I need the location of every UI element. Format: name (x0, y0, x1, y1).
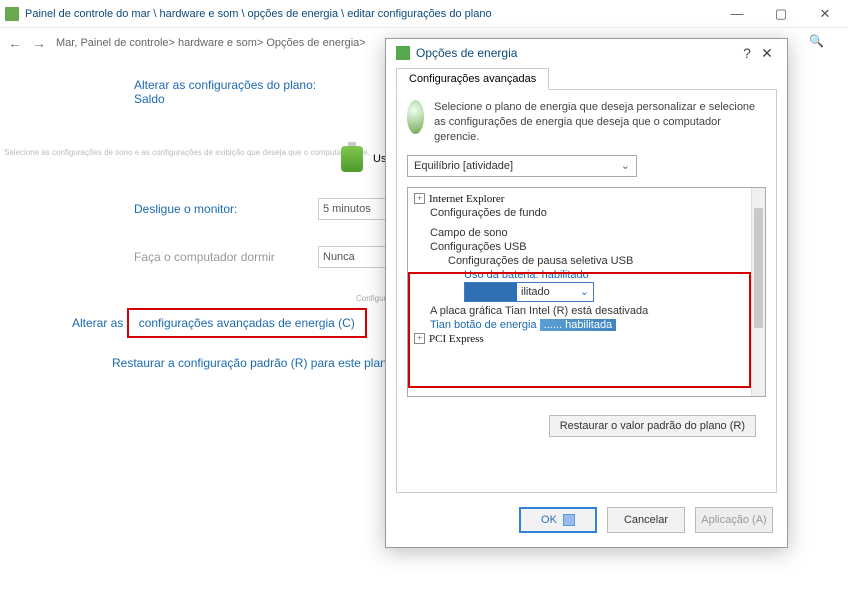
sleep-label: Faça o computador dormir (134, 250, 304, 264)
dropdown-selection-bg (465, 283, 517, 301)
plan-dropdown-value: Equilíbrio [atividade] (414, 160, 513, 172)
tree-pci[interactable]: PCI Express (429, 333, 484, 345)
tian-btn-smear: ...... habilitada (540, 319, 617, 331)
plan-title: Alterar as configurações do plano: Saldo (134, 78, 344, 106)
tree-uso-bateria[interactable]: Uso da bateria: habilitado (464, 269, 589, 281)
breadcrumb-text: Mar, Painel de controle> hardware e som>… (56, 37, 366, 49)
usb-value-text: ilitado (517, 286, 554, 298)
tree-usb-selective[interactable]: Configurações de pausa seletiva USB (448, 255, 633, 267)
tian-btn-pre: Tian botão de energia (430, 319, 540, 331)
maximize-button[interactable]: ▢ (769, 6, 793, 22)
save-icon (563, 514, 575, 526)
tree-fundo[interactable]: Configurações de fundo (430, 207, 547, 219)
ok-button[interactable]: OK (519, 507, 597, 533)
back-button[interactable]: ← (8, 35, 22, 51)
apply-button: Aplicação (A) (695, 507, 773, 533)
settings-tree[interactable]: + Internet Explorer Configurações de fun… (407, 187, 766, 397)
tree-usb-group[interactable]: Configurações USB (430, 241, 527, 253)
plan-description: Selecione as configurações de sono e as … (4, 148, 370, 157)
search-icon[interactable]: 🔍 (809, 34, 824, 48)
close-button[interactable]: ✕ (813, 6, 837, 22)
help-button[interactable]: ? (737, 45, 757, 61)
chevron-down-icon: ⌄ (621, 159, 630, 172)
window-title: Painel de controle do mar \ hardware e s… (25, 8, 725, 20)
advanced-settings-link[interactable]: configurações avançadas de energia (C) (127, 308, 367, 338)
dialog-info-text: Selecione o plano de energia que deseja … (434, 100, 766, 145)
tree-tian-btn[interactable]: Tian botão de energia ...... habilitada (430, 319, 616, 331)
minimize-button[interactable]: — (725, 6, 749, 22)
power-options-dialog: Opções de energia ? ✕ Configurações avan… (385, 38, 788, 548)
battery-icon (341, 146, 363, 172)
scrollbar-thumb[interactable] (754, 208, 763, 328)
usb-value-dropdown[interactable]: ilitado ⌄ (464, 282, 594, 302)
forward-button[interactable]: → (32, 35, 46, 51)
restore-plan-defaults-button[interactable]: Restaurar o valor padrão do plano (R) (549, 415, 756, 437)
tree-scrollbar[interactable] (751, 188, 765, 396)
expand-ie[interactable]: + (414, 193, 425, 204)
tree-graphics[interactable]: A placa gráfica Tian Intel (R) está desa… (430, 305, 648, 317)
sleep-value: Nunca (323, 251, 355, 263)
dialog-icon (396, 46, 410, 60)
advanced-link-pre[interactable]: Alterar as (72, 316, 127, 330)
monitor-off-label: Desligue o monitor: (134, 202, 304, 216)
dialog-close-button[interactable]: ✕ (757, 45, 777, 62)
tab-advanced[interactable]: Configurações avançadas (396, 68, 549, 90)
plan-dropdown[interactable]: Equilíbrio [atividade] ⌄ (407, 155, 637, 177)
tree-ie[interactable]: Internet Explorer (429, 193, 504, 205)
window-icon (5, 7, 19, 21)
tree-sono[interactable]: Campo de sono (430, 227, 508, 239)
ok-label: OK (541, 514, 557, 526)
chevron-down-icon: ⌄ (576, 285, 593, 298)
expand-pci[interactable]: + (414, 333, 425, 344)
cancel-button[interactable]: Cancelar (607, 507, 685, 533)
dialog-title: Opções de energia (416, 46, 517, 60)
monitor-off-value: 5 minutos (323, 203, 371, 215)
power-plan-icon (407, 100, 424, 134)
